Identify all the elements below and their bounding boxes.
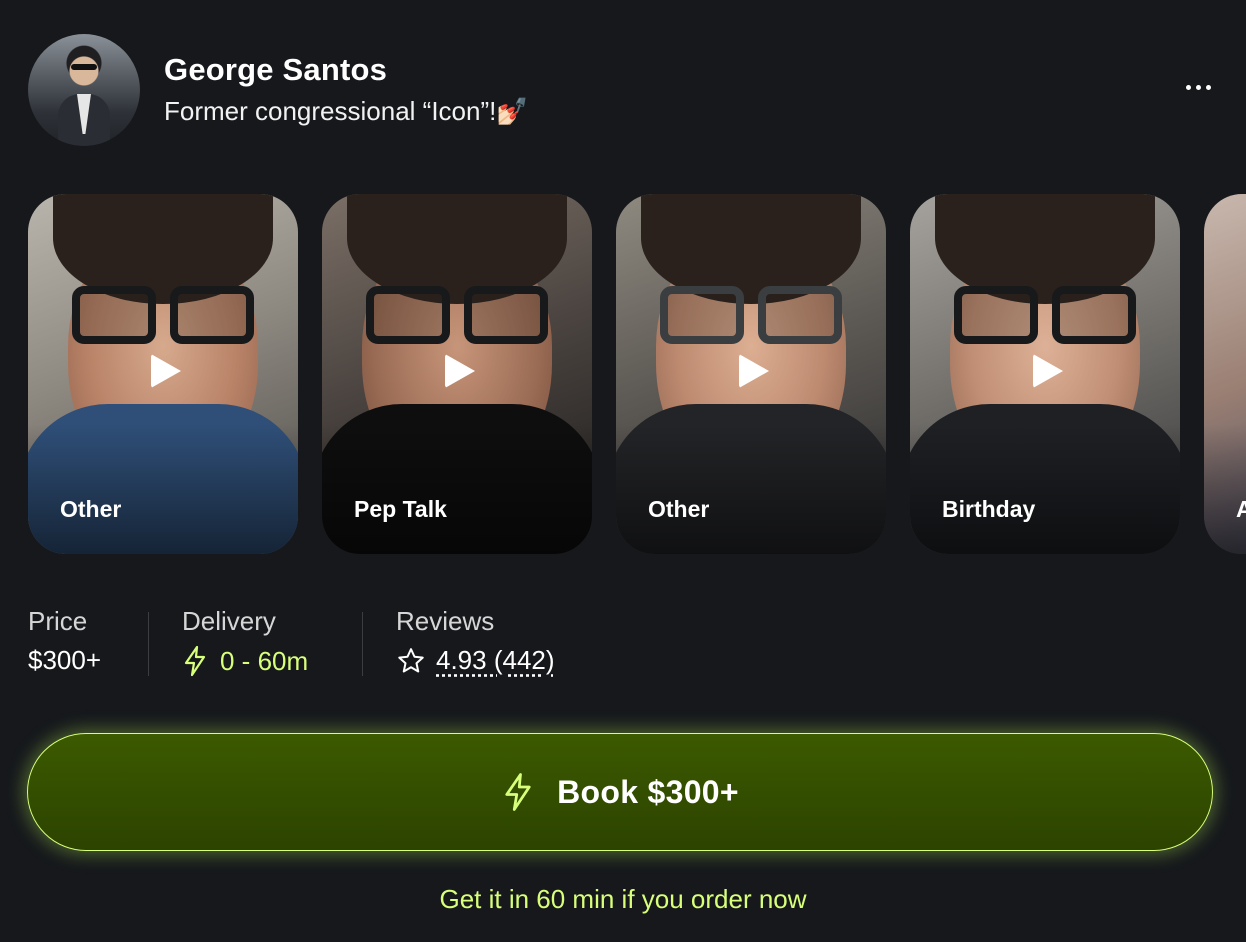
- price-stat: Price $300+: [28, 606, 101, 676]
- video-carousel[interactable]: Other Pep Talk Other Birthday A: [28, 194, 1246, 554]
- video-label: Birthday: [942, 496, 1036, 522]
- divider: [148, 612, 149, 676]
- star-icon: [398, 647, 424, 672]
- bolt-icon: [505, 773, 531, 811]
- video-shade: [616, 424, 886, 554]
- video-shade: [28, 424, 298, 554]
- video-card[interactable]: Pep Talk: [322, 194, 592, 554]
- bolt-icon: [184, 645, 206, 677]
- delivery-note: Get it in 60 min if you order now: [439, 884, 807, 914]
- video-card[interactable]: Other: [616, 194, 886, 554]
- reviews-value-row: 4.93 (442): [396, 645, 555, 676]
- profile-tagline: Former congressional “Icon”!💅🏻: [164, 96, 529, 126]
- delivery-title: Delivery: [182, 606, 276, 636]
- reviews-stat: Reviews 4.93 (442): [396, 606, 555, 676]
- avatar[interactable]: [28, 34, 140, 146]
- book-button[interactable]: Book $300+: [27, 733, 1213, 851]
- book-button-label: Book $300+: [557, 773, 739, 810]
- video-shade: [910, 424, 1180, 554]
- reviews-title: Reviews: [396, 606, 495, 636]
- video-label: Other: [648, 496, 710, 522]
- video-glasses: [366, 286, 548, 344]
- more-icon: [1185, 84, 1191, 90]
- video-glasses: [72, 286, 254, 344]
- price-value: $300+: [28, 645, 102, 675]
- video-label: Other: [60, 496, 122, 522]
- profile-header: George Santos Former congressional “Icon…: [28, 34, 1218, 146]
- avatar-glasses: [71, 64, 97, 70]
- video-glasses: [954, 286, 1136, 344]
- video-card[interactable]: Other: [28, 194, 298, 554]
- more-icon-dot: [1195, 84, 1201, 90]
- more-icon-dot: [1205, 84, 1211, 90]
- video-card[interactable]: Birthday: [910, 194, 1180, 554]
- delivery-stat: Delivery 0 - 60m: [182, 606, 308, 677]
- delivery-value-row: 0 - 60m: [182, 645, 308, 677]
- video-card[interactable]: A: [1204, 194, 1246, 554]
- price-title: Price: [28, 606, 88, 636]
- video-shade: [1204, 424, 1246, 554]
- video-label: A: [1236, 496, 1246, 522]
- video-glasses: [660, 286, 842, 344]
- divider: [362, 612, 363, 676]
- video-shade: [322, 424, 592, 554]
- delivery-value: 0 - 60m: [220, 645, 309, 676]
- more-options-button[interactable]: [1178, 72, 1218, 102]
- talent-profile-page: George Santos Former congressional “Icon…: [0, 0, 1246, 942]
- reviews-link[interactable]: 4.93 (442): [436, 645, 555, 676]
- video-label: Pep Talk: [354, 496, 447, 522]
- profile-name: George Santos: [164, 52, 388, 87]
